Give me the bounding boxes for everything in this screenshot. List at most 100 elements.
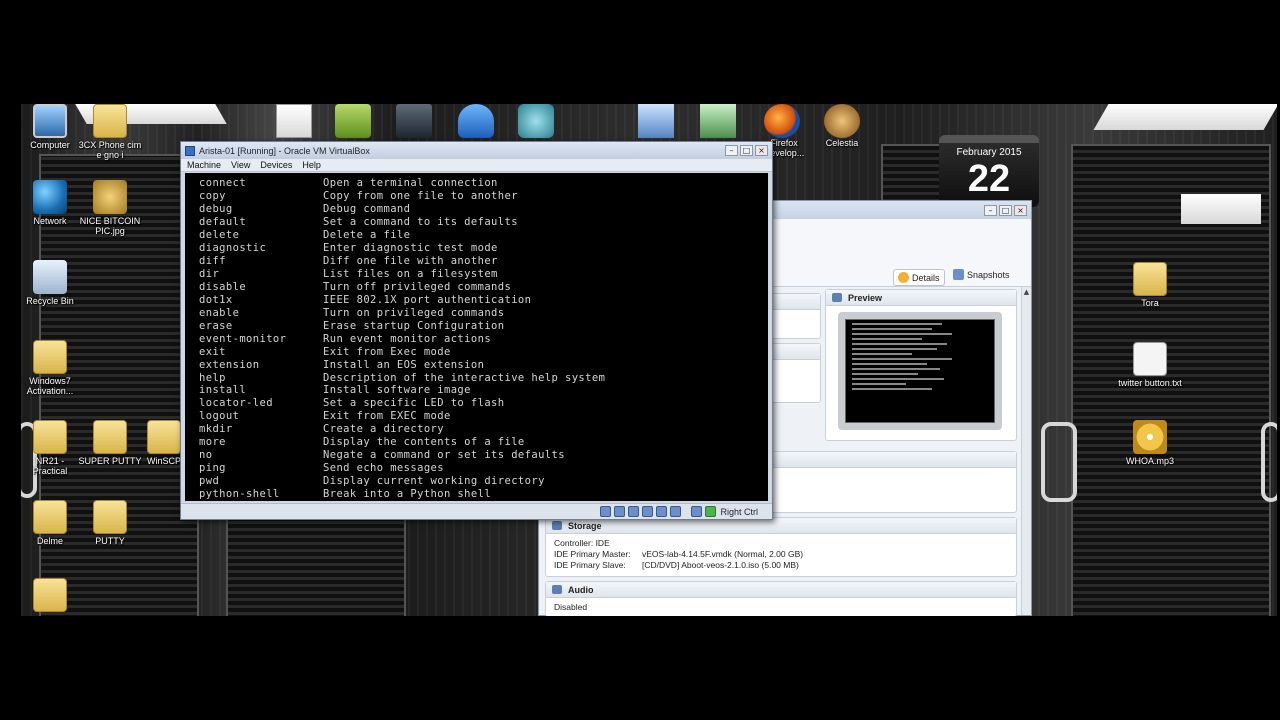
planet-icon[interactable] [824,104,860,138]
calendar-month: February 2015 [956,147,1022,158]
folder-icon [33,420,67,454]
console-command: copy [199,190,226,203]
network-computer-icon[interactable] [638,104,674,138]
desktop-icon-delme[interactable]: Delme [18,500,82,546]
storage-row-value: vEOS-lab-4.14.5F.vmdk (Normal, 2.00 GB) [642,549,804,559]
firefox-icon[interactable] [764,104,800,138]
snapshots-button[interactable]: Snapshots [953,269,1010,280]
close-button[interactable]: × [1014,204,1027,216]
monitor-icon [33,104,67,138]
desktop-icon-label: Computer [30,140,70,150]
notepad-icon[interactable] [276,104,312,138]
scroll-up-icon[interactable]: ▲ [1022,287,1031,297]
network-monitor-icon[interactable] [700,104,736,138]
ceiling-light-right2 [1181,194,1261,224]
calendar-gadget[interactable]: February 2015 22 [939,135,1039,207]
snapshots-label: Snapshots [967,269,1010,280]
vmware-icon[interactable] [335,104,371,138]
menu-machine[interactable]: Machine [187,160,221,170]
preview-panel-head[interactable]: Preview [826,290,1016,306]
console-description: Debug command [323,203,411,216]
storage-row[interactable]: IDE Primary Master: vEOS-lab-4.14.5F.vmd… [554,549,1008,560]
minimize-button[interactable]: – [984,204,997,216]
vm-window[interactable]: Arista-01 [Running] - Oracle VM VirtualB… [180,141,773,520]
console-description: Install software image [323,384,471,397]
console-line: dot1x IEEE 802.1X port authentication [199,293,768,306]
virtualbox-icon [185,145,195,156]
hard-disk-icon[interactable] [600,506,612,517]
storage-panel-head[interactable]: Storage [546,518,1016,534]
console-line: dir List files on a filesystem [199,268,768,281]
menu-view[interactable]: View [231,160,250,170]
console-line: diff Diff one file with another [199,255,768,268]
desktop-icon-extra-folder[interactable] [18,578,82,614]
folder-icon [1133,262,1167,296]
console-line: ping Send echo messages [199,462,768,475]
console-description: Turn on privileged commands [323,306,505,319]
details-icon [898,272,909,283]
vm-statusbar: Right Ctrl [181,503,772,519]
storage-row-value: [CD/DVD] Aboot-veos-2.1.0.iso (5.00 MB) [642,560,799,570]
vm-titlebar[interactable]: Arista-01 [Running] - Oracle VM VirtualB… [181,142,772,159]
vm-console[interactable]: connect Open a terminal connection copy Cop… [185,173,768,501]
terminal-icon[interactable] [396,104,432,138]
close-button[interactable]: × [755,145,768,156]
desktop-icon-recycle-bin[interactable]: Recycle Bin [18,260,82,306]
desktop-icon-whoa-mp3[interactable]: WHOA.mp3 [1118,420,1182,466]
desktop-icon-tora[interactable]: Tora [1118,262,1182,308]
console-line: delete Delete a file [199,229,768,242]
console-command: connect [199,177,247,190]
console-description: Description of the interactive help syst… [323,371,606,384]
desktop-icon-computer[interactable]: Computer [18,104,82,150]
desktop-icon-twitter-txt[interactable]: twitter button.txt [1118,342,1182,388]
console-description: Set a specific LED to flash [323,397,505,410]
desktop-icon-label: PUTTY [95,536,125,546]
console-description: List files on a filesystem [323,268,498,281]
host-key-icon[interactable] [705,506,717,517]
desktop-icon-bitcoin-pic[interactable]: NICE BITCOIN PIC.jpg [78,180,142,236]
desktop-icon-putty[interactable]: PUTTY [78,500,142,546]
desktop-icon-label: Windows7 Activation... [26,376,74,396]
details-label: Details [912,272,940,283]
desktop-icon-3cx[interactable]: 3CX Phone cim e gno i [78,104,142,160]
console-line: copy Copy from one file to another [199,190,768,203]
cd-icon [1133,420,1167,454]
audio-panel-head[interactable]: Audio [546,582,1016,598]
storage-icon [552,521,562,530]
optical-drive-icon[interactable] [614,506,626,517]
desktop-icon-label: Recycle Bin [26,296,74,306]
storage-row[interactable]: IDE Primary Slave: [CD/DVD] Aboot-veos-2… [554,560,1008,571]
menu-devices[interactable]: Devices [260,160,292,170]
minimize-button[interactable]: – [725,145,738,156]
gear-app-icon[interactable] [518,104,554,138]
details-scrollbar[interactable]: ▲ [1021,287,1031,615]
usb-icon[interactable] [628,506,640,517]
desktop-icon-celestia[interactable]: Celestia [810,138,874,152]
preview-frame [838,312,1002,430]
desktop-icon-network[interactable]: Network [18,180,82,226]
console-line: exit Exit from Exec mode [199,345,768,358]
folder-icon [93,104,127,138]
details-button[interactable]: Details [893,269,945,286]
letterbox-top [0,0,1280,104]
maximize-button[interactable]: □ [999,204,1012,216]
desktop-icon-label: NR21 - Practical [32,456,68,476]
coin-icon [93,180,127,214]
network-adapter-icon[interactable] [642,506,654,517]
console-command: disable [199,280,247,293]
menu-help[interactable]: Help [302,160,321,170]
desktop-icon-label: twitter button.txt [1118,378,1182,388]
desktop-icon-nr21[interactable]: NR21 - Practical [18,420,82,476]
display-icon[interactable] [670,506,682,517]
shared-folder-icon[interactable] [656,506,668,517]
wireshark-icon[interactable] [458,104,494,138]
maximize-button[interactable]: □ [740,145,753,156]
console-line: diagnostic Enter diagnostic test mode [199,242,768,255]
folder-icon [33,500,67,534]
letterbox-left [0,104,21,616]
ceiling-light-right [1093,104,1277,130]
desktop-icon-windows7[interactable]: Windows7 Activation... [18,340,82,396]
mouse-integration-icon[interactable] [691,506,703,517]
console-description: Exit from Exec mode [323,345,451,358]
console-description: Turn off privileged commands [323,280,512,293]
